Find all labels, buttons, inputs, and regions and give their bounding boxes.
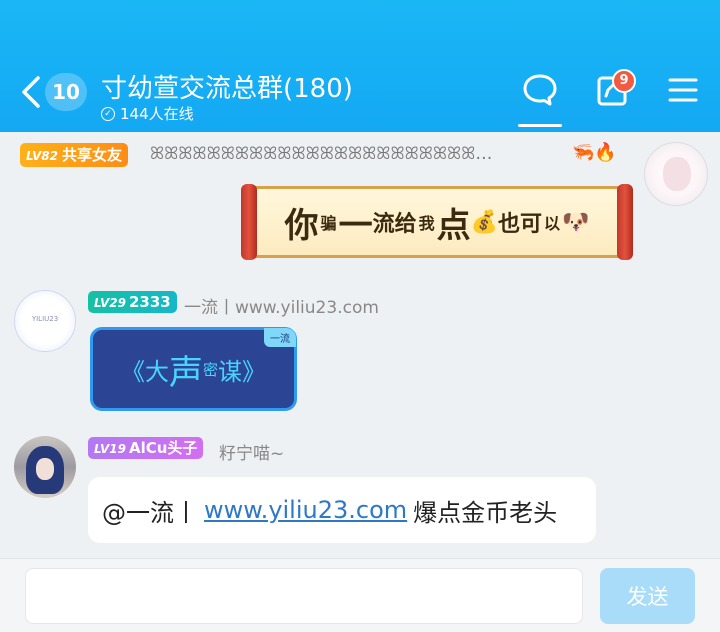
sender-name[interactable]: 籽宁喵~: [219, 439, 284, 464]
online-status: ✓ 144人在线: [101, 103, 194, 124]
chat-header: 10 寸幼萱交流总群(180) ✓ 144人在线 9: [0, 0, 720, 132]
decoration-emoji: 🦐🔥: [572, 142, 617, 163]
send-button[interactable]: 发送: [600, 568, 695, 624]
mention-text: @一流丨: [102, 498, 198, 527]
message-text: 爆点金币老头: [413, 498, 558, 527]
notification-badge: 9: [612, 69, 636, 93]
message-bubble-scroll[interactable]: 你 骗 一 流给 我 点 💰 也可 以 🐶: [241, 184, 633, 260]
active-tab-indicator: [518, 124, 562, 127]
avatar[interactable]: YILIU23: [14, 290, 76, 352]
level-tag: LV19 AlCu头子: [88, 437, 204, 459]
online-check-icon: ✓: [101, 106, 115, 121]
group-title[interactable]: 寸幼萱交流总群(180): [101, 68, 353, 105]
back-arrow-icon[interactable]: [18, 74, 48, 110]
message-bubble-card[interactable]: 一流 《大 声 密 谋》: [90, 327, 297, 411]
card-corner-label: 一流: [264, 328, 296, 347]
level-tag: LV29 2333: [88, 291, 177, 313]
chat-bubble-icon[interactable]: [522, 72, 558, 108]
message-input[interactable]: [25, 568, 583, 624]
avatar[interactable]: [644, 142, 708, 206]
message-link[interactable]: www.yiliu23.com: [204, 496, 407, 524]
online-count: 144人在线: [120, 105, 194, 123]
sender-name[interactable]: 一流丨www.yiliu23.com: [184, 293, 379, 318]
composer-bar: 发送: [0, 558, 720, 632]
level-tag: LV82 共享女友: [20, 143, 128, 167]
sender-name[interactable]: ꕤꕤꕤꕤꕤꕤꕤꕤꕤꕤꕤꕤꕤꕤꕤꕤꕤꕤꕤꕤꕤꕤꕤꕤ...: [150, 144, 505, 164]
menu-icon[interactable]: [668, 72, 698, 108]
avatar[interactable]: [14, 436, 76, 498]
message-bubble[interactable]: @一流丨 www.yiliu23.com 爆点金币老头: [88, 477, 596, 543]
unread-count-badge[interactable]: 10: [45, 73, 87, 111]
